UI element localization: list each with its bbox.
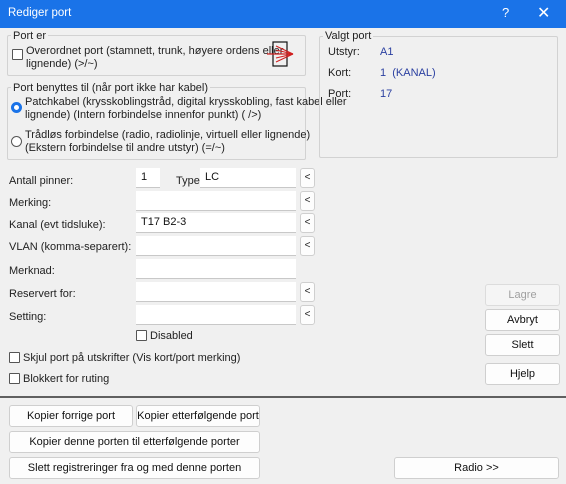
kanal-label: Kanal (evt tidsluke): <box>9 219 106 231</box>
help-icon[interactable]: ? <box>502 5 509 20</box>
reservert-input[interactable] <box>136 282 296 302</box>
blokkert-checkbox[interactable] <box>9 373 20 384</box>
title-bar: Rediger port ? ✕ <box>0 0 566 28</box>
close-icon[interactable]: ✕ <box>537 3 550 23</box>
blokkert-label: Blokkert for ruting <box>23 373 110 385</box>
tradlos-radio[interactable] <box>11 136 22 147</box>
utstyr-label: Utstyr: <box>328 46 360 58</box>
merknad-label: Merknad: <box>9 265 55 277</box>
avbryt-button[interactable]: Avbryt <box>485 309 560 331</box>
setting-pick-button[interactable]: < <box>300 305 315 325</box>
port-benyttes-group-label: Port benyttes til (når port ikke har kab… <box>11 82 211 94</box>
merking-pick-button[interactable]: < <box>300 191 315 211</box>
utstyr-value: A1 <box>380 46 394 58</box>
disabled-label: Disabled <box>150 330 193 342</box>
merking-input[interactable] <box>136 191 296 211</box>
antall-pinner-label: Antall pinner: <box>9 175 74 187</box>
merknad-input[interactable] <box>136 259 296 279</box>
slett-registreringer-button[interactable]: Slett registreringer fra og med denne po… <box>9 457 260 479</box>
vlan-pick-button[interactable]: < <box>300 236 315 256</box>
skjul-port-checkbox[interactable] <box>9 352 20 363</box>
slett-button[interactable]: Slett <box>485 334 560 356</box>
patchkabel-radio[interactable] <box>11 102 22 113</box>
overordnet-label-line1: Overordnet port (stamnett, trunk, høyere… <box>26 45 284 57</box>
kort-value: 1 (KANAL) <box>380 67 436 79</box>
hjelp-button[interactable]: Hjelp <box>485 363 560 385</box>
tradlos-label-line2: (Ekstern forbindelse til andre utstyr) (… <box>25 142 225 154</box>
overordnet-label-line2: lignende) (>/~) <box>26 58 98 70</box>
port-value: 17 <box>380 88 393 100</box>
trunk-port-icon <box>267 41 294 67</box>
vlan-label: VLAN (komma-separert): <box>9 241 132 253</box>
window-title: Rediger port <box>8 7 72 19</box>
kort-label: Kort: <box>328 67 352 79</box>
tradlos-label-line1: Trådløs forbindelse (radio, radiolinje, … <box>25 129 311 141</box>
kanal-pick-button[interactable]: < <box>300 213 315 233</box>
port-label: Port: <box>328 88 352 100</box>
vlan-input[interactable] <box>136 236 296 256</box>
patchkabel-label-line1: Patchkabel (krysskoblingstråd, digital k… <box>25 96 347 108</box>
patchkabel-label-line2: lignende) (Intern forbindelse innenfor p… <box>25 109 262 121</box>
disabled-checkbox[interactable] <box>136 330 147 341</box>
reservert-pick-button[interactable]: < <box>300 282 315 302</box>
setting-label: Setting: <box>9 311 47 323</box>
skjul-port-label: Skjul port på utskrifter (Vis kort/port … <box>23 352 241 364</box>
port-er-group-label: Port er <box>11 30 49 42</box>
kopier-etterfolgende-port-button[interactable]: Kopier etterfølgende port <box>136 405 260 427</box>
merking-label: Merking: <box>9 197 52 209</box>
overordnet-checkbox[interactable] <box>12 49 23 60</box>
type-pick-button[interactable]: < <box>300 168 315 188</box>
kopier-forrige-port-button[interactable]: Kopier forrige port <box>9 405 133 427</box>
section-divider <box>0 396 566 398</box>
reservert-label: Reservert for: <box>9 288 76 300</box>
radio-button[interactable]: Radio >> <box>394 457 559 479</box>
kanal-input[interactable]: T17 B2-3 <box>136 213 296 233</box>
type-label: Type: <box>176 175 203 187</box>
kopier-til-etterfolgende-button[interactable]: Kopier denne porten til etterfølgende po… <box>9 431 260 453</box>
lagre-button[interactable]: Lagre <box>485 284 560 306</box>
type-input[interactable]: LC <box>200 168 296 188</box>
antall-pinner-input[interactable]: 1 <box>136 168 160 188</box>
setting-input[interactable] <box>136 305 296 325</box>
valgt-port-group-label: Valgt port <box>323 30 374 42</box>
